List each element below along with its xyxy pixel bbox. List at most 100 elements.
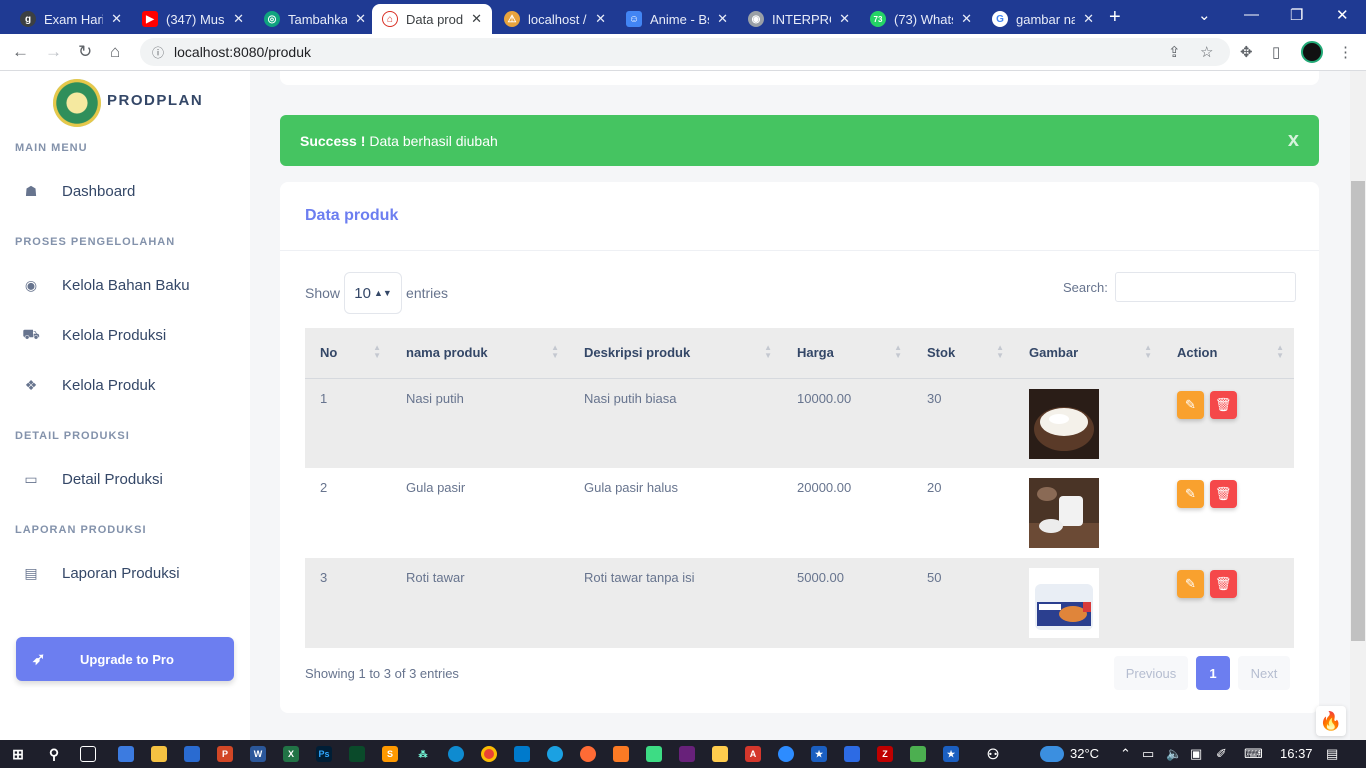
browser-tab[interactable]: G gambar na ✕ bbox=[982, 4, 1104, 34]
delete-button[interactable]: 🗑 bbox=[1209, 390, 1237, 419]
fire-icon[interactable]: 🔥 bbox=[1316, 706, 1346, 736]
home-icon[interactable]: ⌂ bbox=[110, 42, 120, 62]
tab-search-icon[interactable]: ⌄ bbox=[1198, 6, 1211, 24]
network-icon[interactable]: ▣ bbox=[1190, 746, 1202, 762]
xampp-icon[interactable] bbox=[613, 746, 629, 762]
postman-icon[interactable] bbox=[580, 746, 596, 762]
filezilla-icon[interactable]: Z bbox=[877, 746, 893, 762]
column-header-action[interactable]: Action ▲ ▼ bbox=[1162, 328, 1294, 379]
word-icon[interactable]: W bbox=[250, 746, 266, 762]
app-icon[interactable] bbox=[844, 746, 860, 762]
sidebar-item-laporan-produksi[interactable]: ▤ Laporan Produksi bbox=[15, 553, 235, 593]
search-input[interactable] bbox=[1114, 272, 1296, 302]
column-header-nama[interactable]: nama produk ▲ ▼ bbox=[391, 328, 569, 379]
vscode-icon[interactable] bbox=[514, 746, 530, 762]
search-icon[interactable]: ⚲ bbox=[46, 746, 62, 762]
next-button[interactable]: Next bbox=[1238, 656, 1290, 690]
file-explorer-icon[interactable] bbox=[151, 746, 167, 762]
powerpoint-icon[interactable]: P bbox=[217, 746, 233, 762]
browser-tab[interactable]: ◎ Tambahkan ✕ bbox=[254, 4, 376, 34]
volume-icon[interactable]: 🔈 bbox=[1166, 746, 1182, 762]
window-close-button[interactable]: ✕ bbox=[1336, 6, 1349, 24]
windows-start-icon[interactable]: ⊞ bbox=[10, 746, 26, 762]
page-scrollbar[interactable] bbox=[1350, 71, 1366, 740]
close-icon[interactable]: ✕ bbox=[595, 11, 606, 27]
share-icon[interactable]: ⇪ bbox=[1168, 43, 1181, 61]
zoom-icon[interactable] bbox=[778, 746, 794, 762]
menu-kebab-icon[interactable]: ⋮ bbox=[1338, 43, 1353, 61]
weather-icon[interactable] bbox=[1040, 746, 1064, 762]
close-icon[interactable]: ✕ bbox=[233, 11, 244, 27]
chrome-icon[interactable] bbox=[481, 746, 497, 762]
access-icon[interactable]: A bbox=[745, 746, 761, 762]
store-icon[interactable] bbox=[118, 746, 134, 762]
restore-button[interactable]: ❐ bbox=[1290, 6, 1303, 24]
app-icon[interactable]: ⁂ bbox=[415, 746, 431, 762]
task-view-icon[interactable] bbox=[80, 746, 96, 762]
sublime-icon[interactable]: S bbox=[382, 746, 398, 762]
entries-select[interactable]: 10 ▲▼ bbox=[344, 272, 403, 314]
app-icon[interactable] bbox=[547, 746, 563, 762]
browser-tab[interactable]: ◉ INTERPRO ✕ bbox=[738, 4, 860, 34]
app-icon[interactable] bbox=[712, 746, 728, 762]
scrollbar-thumb[interactable] bbox=[1351, 181, 1365, 641]
close-icon[interactable]: ✕ bbox=[355, 11, 366, 27]
address-bar[interactable]: ⓘ localhost:8080/produk bbox=[140, 38, 1230, 66]
pen-icon[interactable]: ✐ bbox=[1216, 746, 1227, 762]
chevron-up-icon[interactable]: ⌃ bbox=[1120, 746, 1131, 762]
close-icon[interactable]: ✕ bbox=[471, 11, 482, 27]
reload-icon[interactable]: ↻ bbox=[78, 42, 92, 62]
sidebar-item-produk[interactable]: ❖ Kelola Produk bbox=[15, 365, 235, 405]
extensions-icon[interactable]: ✥ bbox=[1240, 43, 1253, 61]
mail-icon[interactable] bbox=[184, 746, 200, 762]
notification-icon[interactable]: ▤ bbox=[1326, 746, 1338, 762]
column-header-deskripsi[interactable]: Deskripsi produk ▲ ▼ bbox=[569, 328, 782, 379]
sidebar-item-detail-produksi[interactable]: ▭ Detail Produksi bbox=[15, 459, 235, 499]
visual-studio-icon[interactable] bbox=[679, 746, 695, 762]
column-header-no[interactable]: No ▲ ▼ bbox=[305, 328, 391, 379]
info-icon[interactable]: ⓘ bbox=[152, 44, 164, 61]
sidebar-item-produksi[interactable]: ⛟ Kelola Produksi bbox=[15, 315, 235, 355]
people-icon[interactable]: ⚇ bbox=[985, 746, 1001, 762]
dreamweaver-icon[interactable] bbox=[349, 746, 365, 762]
back-icon[interactable]: ← bbox=[12, 42, 29, 62]
photoshop-icon[interactable]: Ps bbox=[316, 746, 332, 762]
edit-button[interactable]: ✎ bbox=[1177, 480, 1204, 508]
browser-tab[interactable]: ⚠ localhost / ✕ bbox=[494, 4, 616, 34]
upgrade-button[interactable]: ➶ Upgrade to Pro bbox=[16, 637, 234, 681]
android-studio-icon[interactable] bbox=[646, 746, 662, 762]
edit-button[interactable]: ✎ bbox=[1177, 390, 1204, 419]
app-icon[interactable] bbox=[910, 746, 926, 762]
side-panel-icon[interactable]: ▯ bbox=[1272, 43, 1280, 61]
page-1-button[interactable]: 1 bbox=[1196, 656, 1230, 690]
app-icon[interactable]: ★ bbox=[811, 746, 827, 762]
bookmark-star-icon[interactable]: ☆ bbox=[1200, 43, 1213, 61]
close-icon[interactable]: ✕ bbox=[111, 11, 122, 27]
alert-close-button[interactable]: x bbox=[1288, 129, 1299, 152]
close-icon[interactable]: ✕ bbox=[1083, 11, 1094, 27]
column-header-stok[interactable]: Stok ▲ ▼ bbox=[912, 328, 1014, 379]
close-icon[interactable]: ✕ bbox=[717, 11, 728, 27]
edge-icon[interactable] bbox=[448, 746, 464, 762]
clock[interactable]: 16:37 bbox=[1280, 746, 1313, 761]
close-icon[interactable]: ✕ bbox=[839, 11, 850, 27]
logo[interactable] bbox=[53, 79, 101, 127]
sidebar-item-dashboard[interactable]: ☗ Dashboard bbox=[15, 171, 235, 211]
edit-button[interactable]: ✎ bbox=[1177, 570, 1204, 598]
new-tab-button[interactable]: + bbox=[1109, 6, 1121, 29]
sidebar-item-bahan-baku[interactable]: ◉ Kelola Bahan Baku bbox=[15, 265, 235, 305]
delete-button[interactable]: 🗑 bbox=[1209, 480, 1237, 508]
minimize-button[interactable]: — bbox=[1244, 6, 1259, 23]
app-icon[interactable]: ★ bbox=[943, 746, 959, 762]
column-header-gambar[interactable]: Gambar ▲ ▼ bbox=[1014, 328, 1162, 379]
column-header-harga[interactable]: Harga ▲ ▼ bbox=[782, 328, 912, 379]
weather-temp[interactable]: 32°C bbox=[1070, 746, 1099, 761]
delete-button[interactable]: 🗑 bbox=[1209, 570, 1237, 598]
brand-name[interactable]: PRODPLAN bbox=[107, 92, 203, 109]
browser-tab[interactable]: ▶ (347) Musi ✕ bbox=[132, 4, 254, 34]
profile-avatar[interactable] bbox=[1301, 41, 1323, 63]
browser-tab[interactable]: ☺ Anime - Bs ✕ bbox=[616, 4, 738, 34]
browser-tab[interactable]: 73 (73) Whats ✕ bbox=[860, 4, 982, 34]
previous-button[interactable]: Previous bbox=[1114, 656, 1188, 690]
browser-tab-active[interactable]: ⌂ Data produ ✕ bbox=[372, 4, 492, 34]
